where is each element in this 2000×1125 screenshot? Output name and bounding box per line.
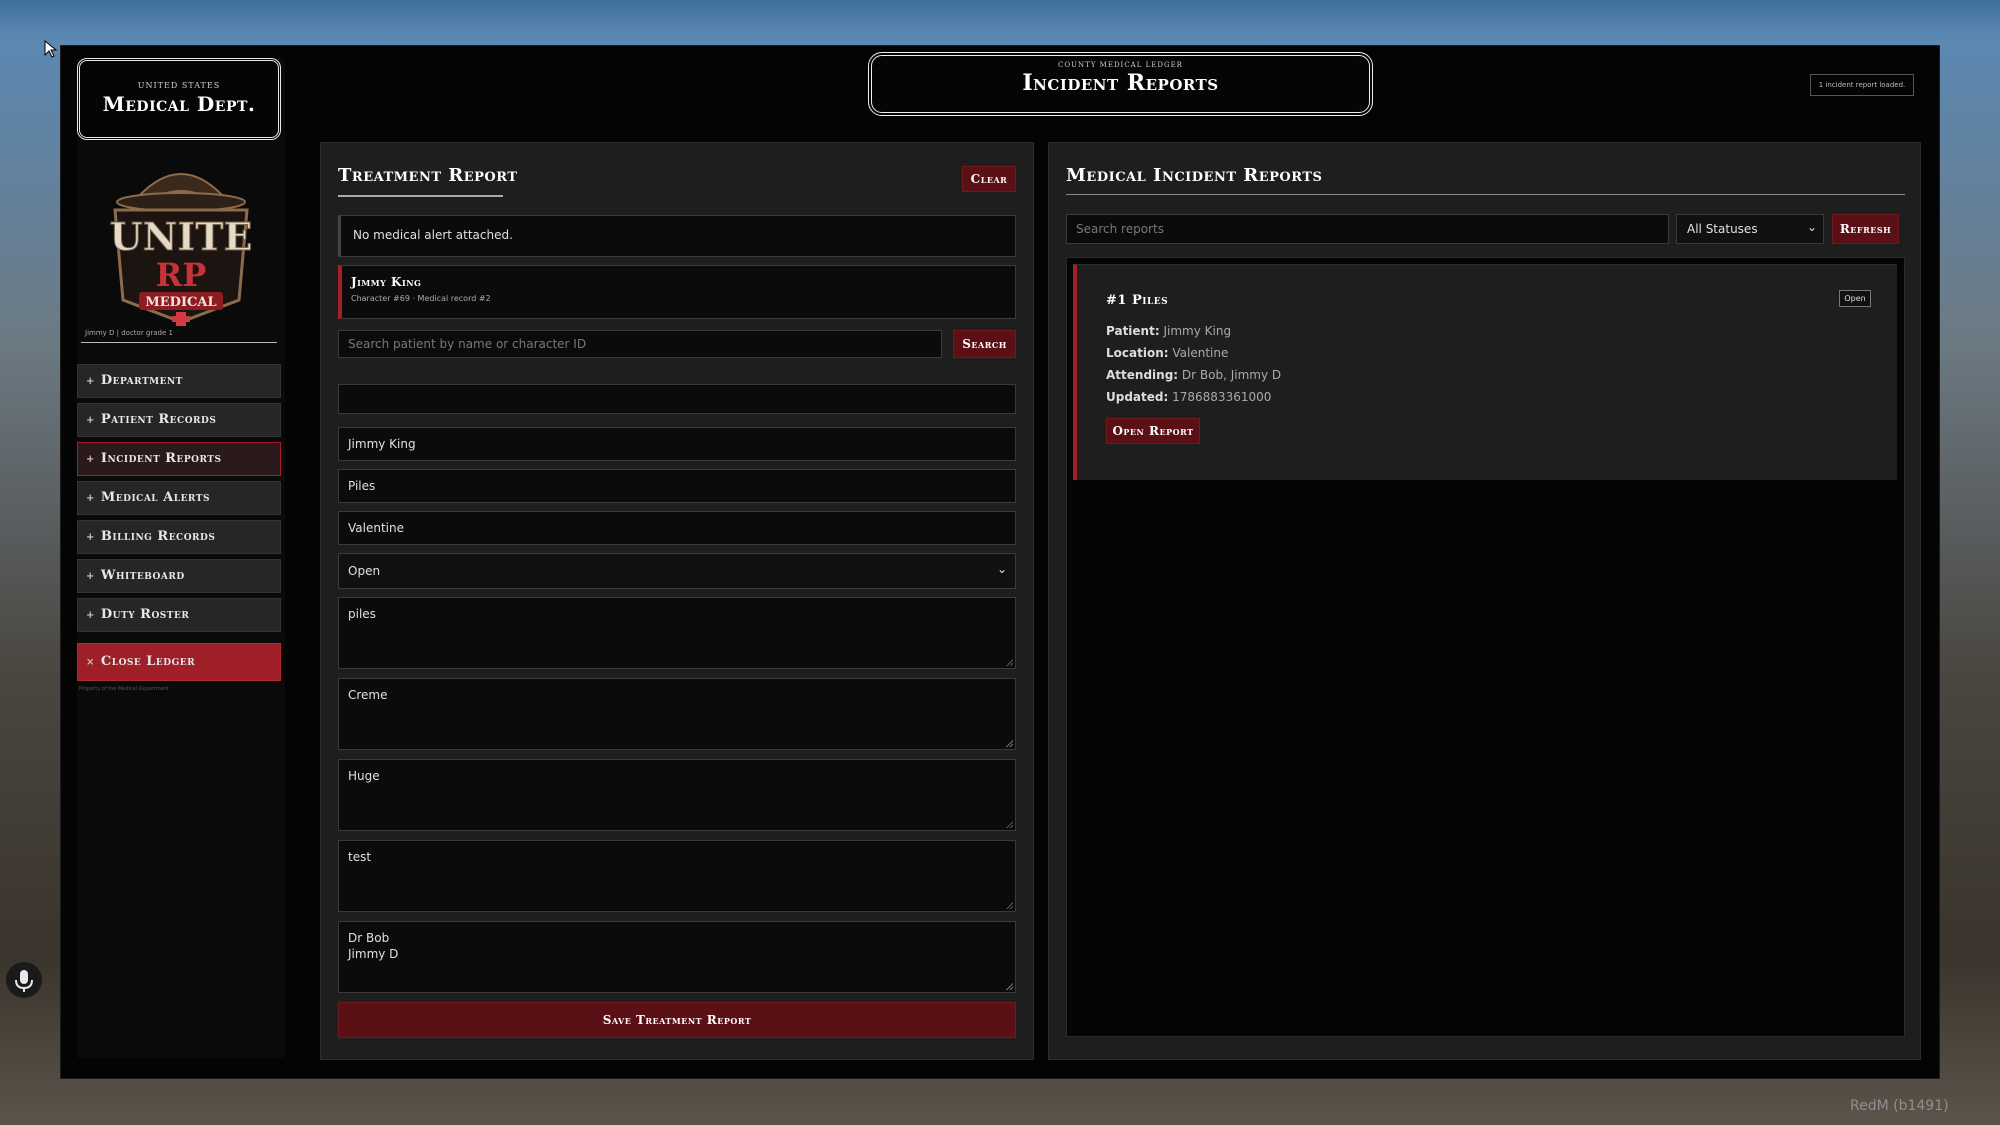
chevron-down-icon: ⌄ — [996, 562, 1007, 576]
close-ledger-label: Close Ledger — [100, 654, 196, 669]
report-card[interactable]: #1 Piles Open Patient: Jimmy King Locati… — [1073, 264, 1897, 480]
patient-search-input[interactable]: Search patient by name or character ID — [338, 330, 942, 358]
plus-icon: + — [86, 454, 95, 465]
nav-patient-records[interactable]: + Patient Records — [77, 403, 281, 437]
report-updated: Updated: 1786883361000 — [1106, 390, 1272, 404]
selected-patient-meta: Character #69 · Medical record #2 — [351, 294, 491, 303]
search-placeholder: Search patient by name or character ID — [348, 337, 587, 351]
nav-billing-records[interactable]: + Billing Records — [77, 520, 281, 554]
report-status-badge: Open — [1839, 290, 1871, 307]
nav-label: Whiteboard — [100, 568, 185, 583]
report-title: #1 Piles — [1106, 293, 1169, 308]
treatment-textarea[interactable]: Creme — [338, 678, 1016, 750]
chevron-down-icon: ⌄ — [1806, 220, 1817, 234]
resize-handle-icon[interactable] — [1006, 821, 1013, 828]
report-location: Location: Valentine — [1106, 346, 1229, 360]
incident-reports-panel: Medical Incident Reports Search reports … — [1048, 142, 1921, 1060]
status-select[interactable]: Open ⌄ — [338, 553, 1016, 589]
report-attending: Attending: Dr Bob, Jimmy D — [1106, 368, 1282, 382]
notes-text: Huge — [348, 769, 380, 783]
report-patient: Patient: Jimmy King — [1106, 324, 1232, 338]
plus-icon: + — [86, 571, 95, 582]
clear-button[interactable]: Clear — [962, 166, 1016, 192]
extra-notes-text: test — [348, 850, 372, 864]
nav-duty-roster[interactable]: + Duty Roster — [77, 598, 281, 632]
nav-label: Department — [100, 373, 183, 388]
resize-handle-icon[interactable] — [1006, 983, 1013, 990]
header-plaque: COUNTY MEDICAL LEDGER Incident Reports — [868, 52, 1373, 116]
game-watermark: RedM (b1491) — [1850, 1098, 1949, 1114]
search-placeholder: Search reports — [1076, 222, 1164, 236]
nav-label: Incident Reports — [100, 451, 222, 466]
extra-notes-textarea[interactable]: test — [338, 840, 1016, 912]
plus-icon: + — [86, 532, 95, 543]
attending-text: Dr Bob Jimmy D — [348, 931, 399, 961]
patient-results-field[interactable] — [338, 384, 1016, 414]
save-treatment-report-button[interactable]: Save Treatment Report — [338, 1002, 1016, 1038]
incident-reports-title: Medical Incident Reports — [1066, 165, 1323, 186]
treatment-text: Creme — [348, 688, 388, 702]
nav-whiteboard[interactable]: + Whiteboard — [77, 559, 281, 593]
department-kicker: UNITED STATES — [137, 81, 221, 90]
open-report-button[interactable]: Open Report — [1106, 418, 1200, 444]
department-plaque: UNITED STATES Medical Dept. — [77, 58, 281, 140]
report-list: #1 Piles Open Patient: Jimmy King Locati… — [1066, 257, 1905, 1037]
attending-textarea[interactable]: Dr Bob Jimmy D — [338, 921, 1016, 993]
title-underline — [338, 195, 503, 197]
nav-medical-alerts[interactable]: + Medical Alerts — [77, 481, 281, 515]
patient-name-input[interactable]: Jimmy King — [338, 427, 1016, 461]
treatment-report-title: Treatment Report — [338, 165, 518, 186]
sidebar: UNITED STATES Medical Dept. UNITE RP MED… — [77, 58, 285, 1058]
plus-icon: + — [86, 610, 95, 621]
nav-incident-reports[interactable]: + Incident Reports — [77, 442, 281, 476]
resize-handle-icon[interactable] — [1006, 659, 1013, 666]
svg-text:MEDICAL: MEDICAL — [145, 295, 216, 310]
current-user: Jimmy D | doctor grade 1 — [85, 329, 173, 337]
report-search-input[interactable]: Search reports — [1066, 214, 1669, 244]
unite-rp-logo: UNITE RP MEDICAL — [109, 173, 253, 326]
svg-text:RP: RP — [156, 256, 207, 294]
sidebar-footer: Property of the Medical Department — [79, 686, 169, 692]
close-ledger-button[interactable]: × Close Ledger — [77, 643, 281, 681]
selected-patient-card[interactable]: Jimmy King Character #69 · Medical recor… — [338, 265, 1016, 319]
plus-icon: + — [86, 415, 95, 426]
microphone-icon — [6, 962, 42, 998]
department-title: Medical Dept. — [102, 92, 256, 116]
close-icon: × — [86, 657, 95, 668]
complaint-textarea[interactable]: piles — [338, 597, 1016, 669]
incident-title-input[interactable]: Piles — [338, 469, 1016, 503]
nav-department[interactable]: + Department — [77, 364, 281, 398]
treatment-report-panel: Treatment Report Clear No medical alert … — [320, 142, 1034, 1060]
refresh-button[interactable]: Refresh — [1832, 214, 1899, 244]
nav-label: Medical Alerts — [100, 490, 210, 505]
status-filter-select[interactable]: All Statuses ⌄ — [1676, 214, 1824, 244]
status-select-value: Open — [348, 564, 381, 578]
resize-handle-icon[interactable] — [1006, 740, 1013, 747]
mouse-cursor-icon — [44, 40, 58, 58]
plus-icon: + — [86, 376, 95, 387]
complaint-text: piles — [348, 607, 376, 621]
search-button[interactable]: Search — [953, 330, 1016, 358]
status-badge: 1 incident report loaded. — [1810, 74, 1914, 96]
sidebar-divider — [81, 342, 277, 343]
nav-label: Duty Roster — [100, 607, 190, 622]
header-kicker: COUNTY MEDICAL LEDGER — [1058, 61, 1183, 69]
selected-patient-name: Jimmy King — [351, 275, 422, 289]
status-filter-value: All Statuses — [1687, 222, 1758, 236]
title-underline — [1066, 194, 1905, 195]
medical-alert-box: No medical alert attached. — [338, 215, 1016, 257]
nav-label: Patient Records — [100, 412, 217, 427]
page-title: Incident Reports — [1022, 70, 1219, 96]
svg-text:UNITE: UNITE — [110, 214, 253, 259]
plus-icon: + — [86, 493, 95, 504]
location-input[interactable]: Valentine — [338, 511, 1016, 545]
resize-handle-icon[interactable] — [1006, 902, 1013, 909]
nav-label: Billing Records — [100, 529, 216, 544]
notes-textarea[interactable]: Huge — [338, 759, 1016, 831]
ledger-window: UNITED STATES Medical Dept. UNITE RP MED… — [60, 45, 1940, 1079]
